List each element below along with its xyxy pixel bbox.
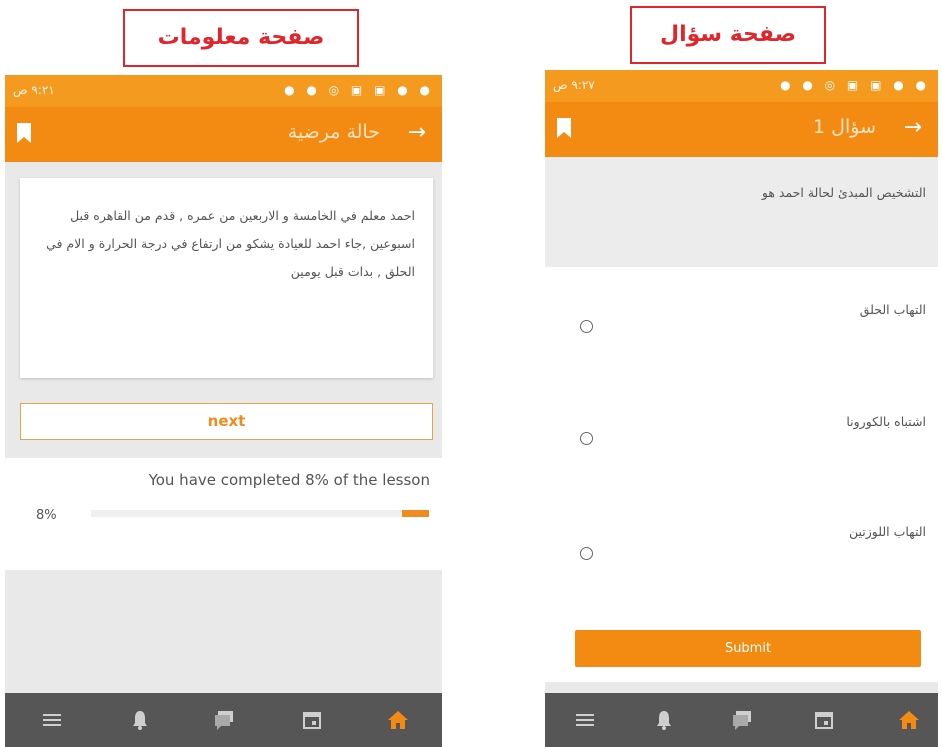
bookmark-icon[interactable] xyxy=(557,118,571,138)
question-screen: ٩:٢٧ ص ● ● ◎ ▣ ▣ ● ● سؤال 1 → التشخيص ال… xyxy=(545,70,938,747)
bell-icon[interactable] xyxy=(128,708,152,732)
progress-percent: 8% xyxy=(36,508,57,523)
status-time: ٩:٢١ ص xyxy=(13,83,55,97)
options-list: التهاب الحلق اشتباه بالكورونا التهاب الل… xyxy=(545,267,938,682)
info-page-caption: صفحة معلومات xyxy=(123,9,359,67)
bottom-nav xyxy=(5,693,442,747)
progress-bar xyxy=(91,510,429,517)
app-bar: حالة مرضية → xyxy=(5,107,442,162)
home-icon[interactable] xyxy=(897,708,921,732)
chat-icon[interactable] xyxy=(730,708,754,732)
option-radio[interactable] xyxy=(580,547,593,560)
next-button[interactable]: next xyxy=(20,403,433,440)
bell-icon[interactable] xyxy=(652,708,676,732)
question-box: التشخيص المبدئ لحالة احمد هو xyxy=(545,157,938,267)
question-page-caption: صفحة سؤال xyxy=(630,6,826,64)
app-bar: سؤال 1 → xyxy=(545,102,938,157)
option-label: التهاب اللوزتين xyxy=(848,524,926,539)
submit-button[interactable]: Submit xyxy=(575,630,921,667)
progress-panel: You have completed 8% of the lesson 8% xyxy=(5,458,442,570)
bottom-nav xyxy=(545,693,938,747)
option-radio[interactable] xyxy=(580,432,593,445)
status-bar: ٩:٢٧ ص ● ● ◎ ▣ ▣ ● ● xyxy=(545,70,938,102)
progress-bar-fill xyxy=(401,510,429,517)
status-icons: ● ● ◎ ▣ ▣ ● ● xyxy=(284,83,434,97)
home-icon[interactable] xyxy=(386,708,410,732)
option-label: التهاب الحلق xyxy=(859,302,926,317)
calendar-icon[interactable] xyxy=(300,708,324,732)
bookmark-icon[interactable] xyxy=(17,123,31,143)
menu-icon[interactable] xyxy=(40,708,64,732)
status-bar: ٩:٢١ ص ● ● ◎ ▣ ▣ ● ● xyxy=(5,75,442,107)
case-text: احمد معلم في الخامسة و الاربعين من عمره … xyxy=(46,208,415,279)
question-text: التشخيص المبدئ لحالة احمد هو xyxy=(761,185,926,200)
status-time: ٩:٢٧ ص xyxy=(553,78,595,92)
page-title: حالة مرضية xyxy=(287,121,380,143)
info-screen: ٩:٢١ ص ● ● ◎ ▣ ▣ ● ● حالة مرضية → احمد م… xyxy=(5,75,442,747)
status-icons: ● ● ◎ ▣ ▣ ● ● xyxy=(780,78,930,92)
back-arrow-icon[interactable]: → xyxy=(904,115,922,140)
chat-icon[interactable] xyxy=(212,708,236,732)
back-arrow-icon[interactable]: → xyxy=(408,120,426,145)
page-title: سؤال 1 xyxy=(813,116,876,138)
menu-icon[interactable] xyxy=(573,708,597,732)
option-radio[interactable] xyxy=(580,320,593,333)
calendar-icon[interactable] xyxy=(812,708,836,732)
case-card: احمد معلم في الخامسة و الاربعين من عمره … xyxy=(20,178,433,378)
progress-text: You have completed 8% of the lesson xyxy=(148,471,430,489)
option-label: اشتباه بالكورونا xyxy=(846,414,926,429)
